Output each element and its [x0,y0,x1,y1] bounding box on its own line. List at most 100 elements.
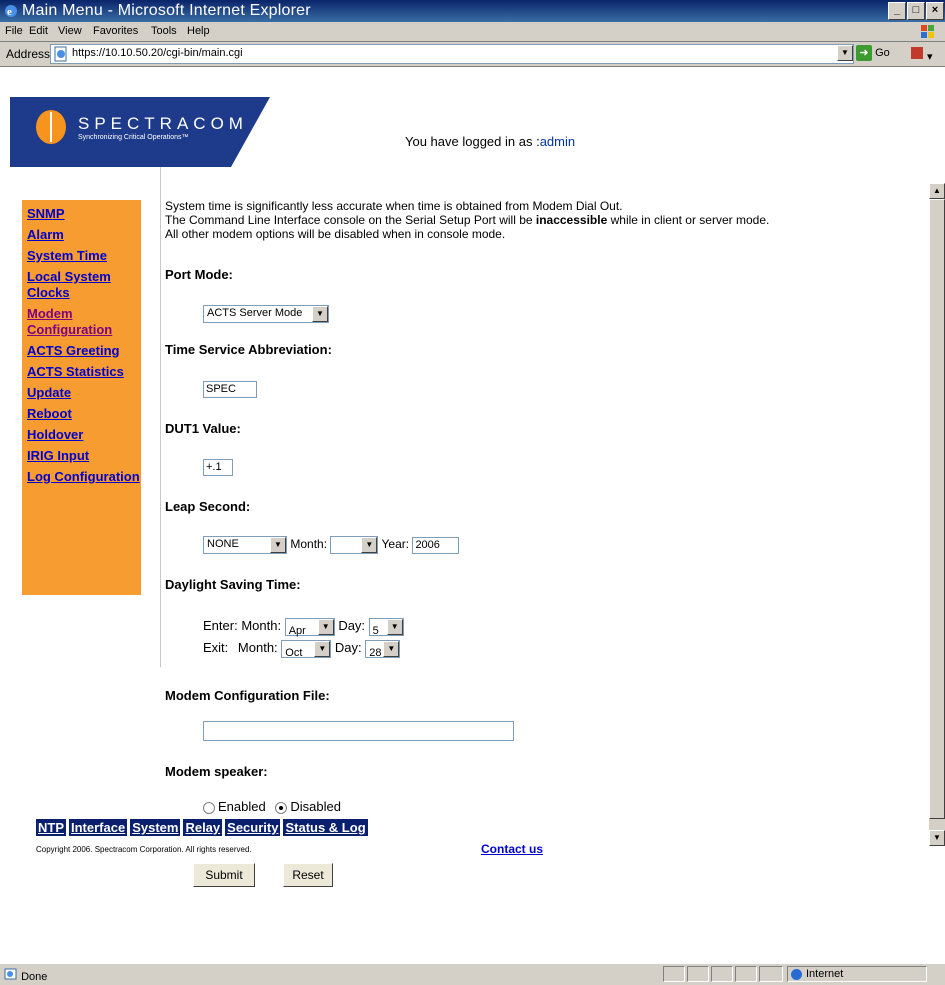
sidebar-item-system-time[interactable]: System Time [27,248,141,264]
status-panel [711,966,733,982]
dst-exit-label: Exit: [203,640,229,655]
login-user: admin [539,134,576,149]
close-button[interactable]: × [926,2,944,20]
menu-file[interactable]: File [5,25,23,37]
status-panel [663,966,685,982]
dst-exit-day-value: 28 [369,646,382,659]
speaker-disabled-label: Disabled [290,799,341,814]
chevron-down-icon: ▼ [383,640,400,657]
contact-link[interactable]: Contact us [481,842,543,856]
logo-tagline: Synchronizing Critical Operations™ [78,134,189,141]
note-cli-pre: The Command Line Interface console on th… [165,213,536,227]
address-input[interactable]: https://10.10.50.20/cgi-bin/main.cgi ▼ [50,44,854,64]
dst-exit-month-select[interactable]: Oct ▼ [281,639,332,659]
speaker-enabled-label: Enabled [218,799,266,814]
scroll-up-icon[interactable]: ▲ [929,183,945,199]
reset-button[interactable]: Reset [283,863,333,887]
windows-logo-icon [921,25,934,38]
dst-enter-month-select[interactable]: Apr ▼ [284,617,335,637]
menu-help[interactable]: Help [187,25,210,37]
sidebar-item-reboot[interactable]: Reboot [27,406,141,422]
chevron-down-icon: ▼ [317,618,334,635]
dst-enter-day-value: 5 [372,624,379,637]
minimize-button[interactable]: _ [888,2,906,20]
scroll-down-icon[interactable]: ▼ [929,830,945,846]
dst-enter-label: Enter: [203,618,238,633]
address-label: Address [6,47,51,61]
sidebar-item-update[interactable]: Update [27,385,141,401]
leap-month-label: Month: [290,537,328,552]
leap-month-select[interactable]: ▼ [330,536,379,554]
chevron-down-icon: ▼ [361,537,378,553]
footer-nav: NTP Interface System Relay Security Stat… [36,819,368,836]
port-mode-label: Port Mode: [165,267,233,282]
login-prefix: You have logged in as : [405,134,540,149]
leap-year-label: Year: [381,537,410,552]
sidebar-item-log-configuration[interactable]: Log Configuration [27,469,141,485]
maximize-button[interactable]: □ [907,2,925,20]
status-text: Done [4,968,47,983]
go-label: Go [875,46,890,59]
dst-enter-month-value: Apr [288,624,306,637]
speaker-enabled-radio[interactable] [203,801,215,814]
speaker-label: Modem speaker: [165,764,268,779]
menu-view[interactable]: View [58,25,82,37]
svg-text:e: e [7,6,12,18]
footer-nav-ntp[interactable]: NTP [36,819,66,836]
menu-favorites[interactable]: Favorites [93,25,138,37]
leap-year-input[interactable]: 2006 [412,536,460,554]
sidebar-item-acts-greeting[interactable]: ACTS Greeting [27,343,141,359]
sidebar-item-acts-statistics[interactable]: ACTS Statistics [27,364,141,380]
footer-nav-relay[interactable]: Relay [183,819,223,836]
page-content: SPECTRACOM Synchronizing Critical Operat… [0,67,945,963]
dst-enter-day-select[interactable]: 5 ▼ [368,617,404,637]
footer-nav-status-log[interactable]: Status & Log [283,819,368,836]
address-url: https://10.10.50.20/cgi-bin/main.cgi [72,47,243,59]
page-icon [54,46,67,62]
sidebar-item-modem-configuration[interactable]: Modem Configuration [27,306,141,338]
dut1-label: DUT1 Value: [165,421,241,436]
note-cli-post: while in client or server mode. [607,213,770,227]
go-button[interactable]: ➜ Go [856,45,890,61]
leap-second-select[interactable]: NONE ▼ [203,536,287,554]
config-file-input[interactable] [203,721,514,741]
footer-nav-security[interactable]: Security [225,819,281,836]
vertical-scrollbar[interactable]: ▲ ▼ [929,183,945,846]
note-accuracy: System time is significantly less accura… [165,199,623,213]
security-zone: Internet [787,966,927,982]
toolbar-extra-icon[interactable]: ▾ [910,46,933,63]
sidebar-item-snmp[interactable]: SNMP [27,206,141,222]
sidebar-item-local-system-clocks[interactable]: Local System Clocks [27,269,141,301]
page-done-icon [4,968,17,980]
port-mode-select[interactable]: ACTS Server Mode ▼ [203,305,329,323]
login-status: You have logged in as :admin [405,134,575,149]
address-dropdown-button[interactable]: ▼ [837,45,853,61]
logo-brand-text: SPECTRACOM [78,114,248,133]
chevron-down-icon: ▼ [312,306,328,322]
speaker-disabled-radio[interactable] [275,801,288,814]
footer-nav-interface[interactable]: Interface [69,819,128,836]
time-service-label: Time Service Abbreviation: [165,342,332,357]
go-arrow-icon: ➜ [856,45,872,61]
sidebar-item-alarm[interactable]: Alarm [27,227,141,243]
chevron-down-icon: ▼ [314,640,331,657]
status-bar: Done Internet [0,963,945,985]
time-service-input[interactable]: SPEC [203,381,257,398]
sidebar-item-irig-input[interactable]: IRIG Input [27,448,141,464]
status-panel [759,966,783,982]
scroll-thumb[interactable] [929,199,945,819]
copyright-text: Copyright 2006. Spectracom Corporation. … [36,845,252,854]
address-bar: Address https://10.10.50.20/cgi-bin/main… [0,42,945,67]
chevron-down-icon: ▼ [386,618,403,635]
menu-tools[interactable]: Tools [151,25,177,37]
note-cli: The Command Line Interface console on th… [165,213,925,227]
dut1-input[interactable]: +.1 [203,459,233,476]
submit-button[interactable]: Submit [193,863,255,887]
dst-exit-day-select[interactable]: 28 ▼ [365,639,401,659]
footer-nav-system[interactable]: System [130,819,181,836]
menu-bar: File Edit View Favorites Tools Help [0,22,945,42]
sidebar-item-holdover[interactable]: Holdover [27,427,141,443]
dst-exit-month-label: Month: [237,640,278,655]
menu-edit[interactable]: Edit [29,25,48,37]
internet-explorer-icon: e [5,5,17,18]
